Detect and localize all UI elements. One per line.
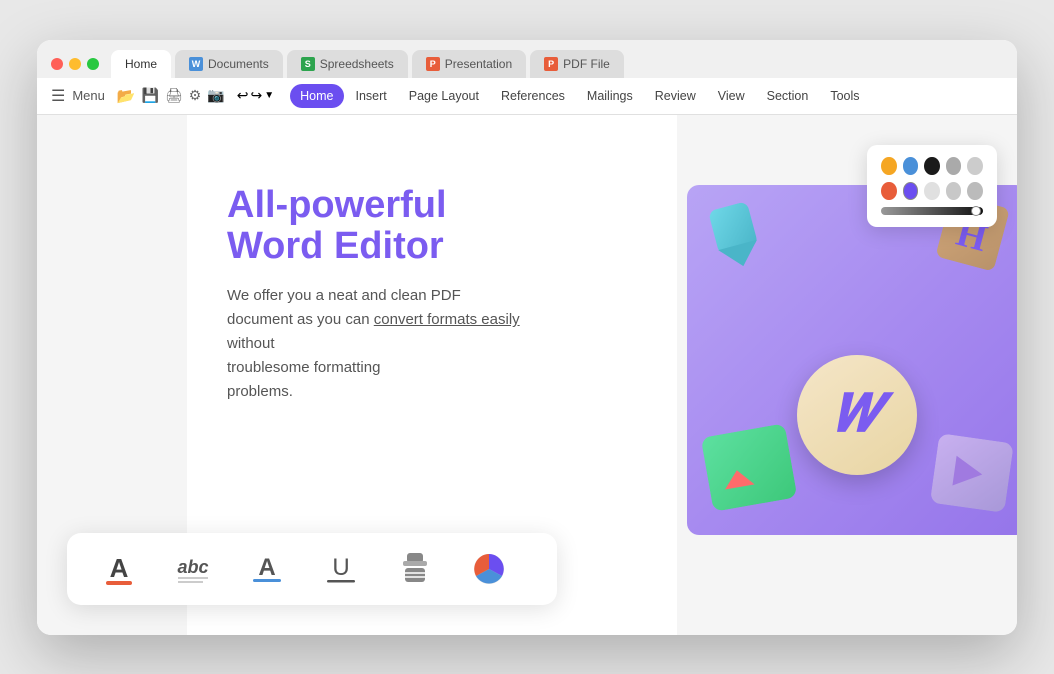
hero-image: H 𝑾 bbox=[687, 185, 1017, 535]
tab-home[interactable]: Home bbox=[111, 50, 171, 78]
tab-spreadsheets-label: Spreedsheets bbox=[320, 57, 394, 71]
menu-item-home-label: Home bbox=[300, 89, 333, 103]
doc-title-line1: All-powerful bbox=[227, 185, 637, 227]
redo-icon[interactable]: ↪ bbox=[251, 87, 263, 104]
save-icon[interactable]: 💾 bbox=[142, 87, 159, 104]
close-button[interactable] bbox=[51, 58, 63, 70]
menu-item-section[interactable]: Section bbox=[757, 84, 819, 108]
map-pin-icon bbox=[703, 199, 771, 284]
stamp-tool[interactable] bbox=[393, 547, 437, 591]
tab-home-label: Home bbox=[125, 57, 157, 71]
pdf-icon: P bbox=[544, 57, 558, 71]
menu-item-mailings-label: Mailings bbox=[587, 89, 633, 103]
menu-item-insert[interactable]: Insert bbox=[346, 84, 397, 108]
hero-3d-container: H 𝑾 bbox=[687, 185, 1017, 535]
menu-item-home[interactable]: Home bbox=[290, 84, 343, 108]
doc-title-line2: Word Editor bbox=[227, 226, 637, 268]
color-black[interactable] bbox=[924, 157, 940, 175]
color-red[interactable] bbox=[881, 182, 897, 200]
folder-open-icon[interactable]: 📂 bbox=[117, 87, 136, 105]
menu-button[interactable]: ☰ Menu bbox=[51, 86, 105, 106]
tab-documents-label: Documents bbox=[208, 57, 269, 71]
menu-item-mailings[interactable]: Mailings bbox=[577, 84, 643, 108]
svg-text:A: A bbox=[110, 553, 129, 583]
menu-item-view[interactable]: View bbox=[708, 84, 755, 108]
print-icon[interactable]: 🖨 bbox=[165, 87, 183, 104]
color-light-gray3[interactable] bbox=[967, 182, 983, 200]
underline-tool[interactable]: U bbox=[319, 547, 363, 591]
toolbar-icons: 📂 💾 🖨 ⚙ 📷 bbox=[117, 87, 225, 105]
tab-presentation[interactable]: P Presentation bbox=[412, 50, 526, 78]
color-row-1 bbox=[881, 157, 983, 175]
color-blue[interactable] bbox=[903, 157, 919, 175]
undo-icon[interactable]: ↩ bbox=[237, 87, 249, 104]
toolbar: ☰ Menu 📂 💾 🖨 ⚙ 📷 ↩ ↪ ▼ Home Insert Page … bbox=[37, 78, 1017, 115]
title-bar: Home W Documents S Spreedsheets P Presen… bbox=[37, 40, 1017, 78]
color-row-2 bbox=[881, 182, 983, 200]
right-section: H 𝑾 bbox=[677, 115, 1017, 635]
dropdown-icon[interactable]: ▼ bbox=[264, 90, 274, 101]
menu-item-references-label: References bbox=[501, 89, 565, 103]
menu-item-page-layout[interactable]: Page Layout bbox=[399, 84, 489, 108]
doc-body-text: We offer you a neat and clean PDF docume… bbox=[227, 284, 527, 404]
traffic-lights bbox=[51, 58, 99, 70]
menu-item-review-label: Review bbox=[655, 89, 696, 103]
maximize-button[interactable] bbox=[87, 58, 99, 70]
purple-card-icon bbox=[929, 433, 1014, 518]
bottom-toolbar: A abc A bbox=[67, 533, 557, 605]
color-gray1[interactable] bbox=[946, 157, 962, 175]
color-light-gray2[interactable] bbox=[946, 182, 962, 200]
doc-body-link[interactable]: convert formats easily bbox=[374, 311, 520, 328]
menu-label: Menu bbox=[72, 88, 105, 103]
svg-text:A: A bbox=[258, 554, 275, 581]
camera-icon[interactable]: 📷 bbox=[207, 87, 224, 104]
tab-spreadsheets[interactable]: S Spreedsheets bbox=[287, 50, 408, 78]
menu-item-section-label: Section bbox=[767, 89, 809, 103]
settings-icon[interactable]: ⚙ bbox=[189, 87, 202, 104]
menu-item-tools-label: Tools bbox=[830, 89, 859, 103]
documents-icon: W bbox=[189, 57, 203, 71]
w-letter: 𝑾 bbox=[833, 384, 880, 445]
doc-body-text-after: withouttroublesome formattingproblems. bbox=[227, 335, 380, 400]
tab-presentation-label: Presentation bbox=[445, 57, 512, 71]
menu-item-view-label: View bbox=[718, 89, 745, 103]
tab-pdf-label: PDF File bbox=[563, 57, 610, 71]
pie-chart-tool[interactable] bbox=[467, 547, 511, 591]
spreadsheets-icon: S bbox=[301, 57, 315, 71]
hamburger-icon: ☰ bbox=[51, 86, 65, 106]
minimize-button[interactable] bbox=[69, 58, 81, 70]
browser-window: Home W Documents S Spreedsheets P Presen… bbox=[37, 40, 1017, 635]
svg-text:U: U bbox=[332, 554, 349, 581]
menu-item-page-layout-label: Page Layout bbox=[409, 89, 479, 103]
w-logo: 𝑾 bbox=[797, 355, 917, 475]
menu-item-references[interactable]: References bbox=[491, 84, 575, 108]
color-gray2[interactable] bbox=[967, 157, 983, 175]
tab-pdf-file[interactable]: P PDF File bbox=[530, 50, 624, 78]
toolbar-nav: ↩ ↪ ▼ bbox=[237, 87, 274, 104]
font-underline-tool[interactable]: A bbox=[245, 547, 289, 591]
presentation-icon: P bbox=[426, 57, 440, 71]
slider-thumb[interactable] bbox=[971, 206, 981, 216]
menu-item-insert-label: Insert bbox=[356, 89, 387, 103]
color-picker-popup[interactable] bbox=[867, 145, 997, 227]
color-yellow[interactable] bbox=[881, 157, 897, 175]
menu-item-review[interactable]: Review bbox=[645, 84, 706, 108]
brightness-slider[interactable] bbox=[881, 207, 983, 215]
text-highlight-tool[interactable]: abc bbox=[171, 547, 215, 591]
green-card-icon bbox=[701, 423, 799, 517]
tab-documents[interactable]: W Documents bbox=[175, 50, 283, 78]
content-area: All-powerful Word Editor We offer you a … bbox=[37, 115, 1017, 635]
menu-bar: Home Insert Page Layout References Maili… bbox=[290, 84, 869, 108]
color-light-gray1[interactable] bbox=[924, 182, 940, 200]
svg-text:abc: abc bbox=[177, 557, 208, 577]
color-purple[interactable] bbox=[903, 182, 919, 200]
menu-item-tools[interactable]: Tools bbox=[820, 84, 869, 108]
font-color-tool[interactable]: A bbox=[97, 547, 141, 591]
